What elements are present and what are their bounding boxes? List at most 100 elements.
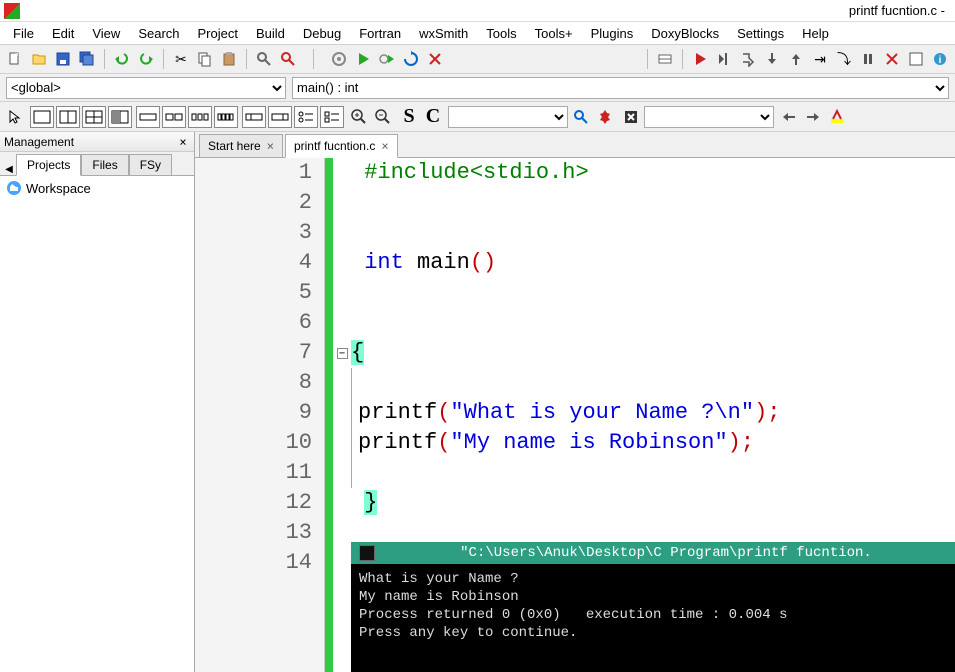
menu-project[interactable]: Project bbox=[189, 24, 247, 43]
redo-button[interactable] bbox=[135, 48, 157, 70]
management-panel: Management × ◀ Projects Files FSy Worksp… bbox=[0, 132, 195, 672]
line-number: 14 bbox=[195, 548, 312, 578]
menu-tools[interactable]: Tools bbox=[477, 24, 525, 43]
menu-help[interactable]: Help bbox=[793, 24, 838, 43]
zoom-in-button[interactable] bbox=[348, 106, 370, 128]
workspace-label: Workspace bbox=[26, 181, 91, 196]
console-line1: What is your Name ? bbox=[359, 571, 519, 587]
hbox4-button[interactable] bbox=[214, 106, 238, 128]
scope-bar: <global> main() : int bbox=[0, 74, 955, 102]
info-button[interactable]: i bbox=[929, 48, 951, 70]
find-button[interactable] bbox=[253, 48, 275, 70]
code-semi1: ; bbox=[767, 400, 780, 425]
c-format-button[interactable]: C bbox=[422, 105, 444, 128]
cut-button[interactable]: ✂ bbox=[170, 48, 192, 70]
step-into-instr-button[interactable]: ⤵ bbox=[833, 48, 855, 70]
grid-half-button[interactable] bbox=[108, 106, 132, 128]
s-format-button[interactable]: S bbox=[398, 105, 420, 128]
step-into-button[interactable] bbox=[761, 48, 783, 70]
search-combo1[interactable] bbox=[448, 106, 568, 128]
menu-edit[interactable]: Edit bbox=[43, 24, 83, 43]
close-icon[interactable]: × bbox=[267, 139, 274, 153]
highlight-button[interactable] bbox=[826, 106, 848, 128]
grid4-button[interactable] bbox=[82, 106, 106, 128]
abort-button[interactable] bbox=[424, 48, 446, 70]
clear-button[interactable] bbox=[620, 106, 642, 128]
menu-doxyblocks[interactable]: DoxyBlocks bbox=[642, 24, 728, 43]
tab-fsy[interactable]: FSy bbox=[129, 154, 172, 176]
menu-plugins[interactable]: Plugins bbox=[582, 24, 643, 43]
code-po2: ( bbox=[437, 430, 450, 455]
hbox-button[interactable] bbox=[136, 106, 160, 128]
run-button[interactable] bbox=[352, 48, 374, 70]
search-combo2[interactable] bbox=[644, 106, 774, 128]
nav-forward-button[interactable] bbox=[802, 106, 824, 128]
options-button[interactable] bbox=[594, 106, 616, 128]
debug-windows-button[interactable] bbox=[905, 48, 927, 70]
open-file-button[interactable] bbox=[28, 48, 50, 70]
menu-file[interactable]: File bbox=[4, 24, 43, 43]
debug-run-button[interactable] bbox=[689, 48, 711, 70]
line-number: 6 bbox=[195, 308, 312, 338]
build-button[interactable] bbox=[328, 48, 350, 70]
tab-start-here[interactable]: Start here × bbox=[199, 134, 283, 158]
scope-select[interactable]: <global> bbox=[6, 77, 286, 99]
tab-projects[interactable]: Projects bbox=[16, 154, 81, 176]
undo-button[interactable] bbox=[111, 48, 133, 70]
menu-tools+[interactable]: Tools+ bbox=[526, 24, 582, 43]
new-file-button[interactable] bbox=[4, 48, 26, 70]
tabs-left-arrow[interactable]: ◀ bbox=[2, 164, 16, 175]
run-to-cursor-button[interactable] bbox=[713, 48, 735, 70]
menu-view[interactable]: View bbox=[83, 24, 129, 43]
menu-search[interactable]: Search bbox=[129, 24, 188, 43]
check-list-button[interactable] bbox=[320, 106, 344, 128]
hbox3-button[interactable] bbox=[188, 106, 212, 128]
nav-back-button[interactable] bbox=[778, 106, 800, 128]
slot2-button[interactable] bbox=[268, 106, 292, 128]
copy-button[interactable] bbox=[194, 48, 216, 70]
function-select[interactable]: main() : int bbox=[292, 77, 949, 99]
next-instr-button[interactable]: ⇥ bbox=[809, 48, 831, 70]
menu-settings[interactable]: Settings bbox=[728, 24, 793, 43]
stop-debug-button[interactable] bbox=[881, 48, 903, 70]
close-icon[interactable]: × bbox=[381, 139, 388, 153]
tab-printf-file[interactable]: printf fucntion.c× bbox=[285, 134, 398, 158]
app-icon bbox=[4, 3, 20, 19]
rebuild-button[interactable] bbox=[400, 48, 422, 70]
menu-build[interactable]: Build bbox=[247, 24, 294, 43]
slot1-button[interactable] bbox=[242, 106, 266, 128]
replace-button[interactable] bbox=[277, 48, 299, 70]
console-icon bbox=[359, 545, 375, 561]
grid2-button[interactable] bbox=[56, 106, 80, 128]
save-button[interactable] bbox=[52, 48, 74, 70]
save-all-button[interactable] bbox=[76, 48, 98, 70]
search-button[interactable] bbox=[570, 106, 592, 128]
menu-wxsmith[interactable]: wxSmith bbox=[410, 24, 477, 43]
break-button[interactable] bbox=[857, 48, 879, 70]
menu-fortran[interactable]: Fortran bbox=[350, 24, 410, 43]
radio-list-button[interactable] bbox=[294, 106, 318, 128]
console-titlebar[interactable]: "C:\Users\Anuk\Desktop\C Program\printf … bbox=[351, 542, 955, 564]
console-path: "C:\Users\Anuk\Desktop\C Program\printf … bbox=[385, 545, 947, 561]
select-button[interactable] bbox=[4, 106, 26, 128]
management-close-button[interactable]: × bbox=[176, 135, 190, 149]
box-button[interactable] bbox=[30, 106, 54, 128]
paste-button[interactable] bbox=[218, 48, 240, 70]
tab-start-here-label: Start here bbox=[208, 139, 261, 153]
management-title: Management bbox=[4, 135, 176, 149]
hbox2-button[interactable] bbox=[162, 106, 186, 128]
next-line-button[interactable] bbox=[737, 48, 759, 70]
step-out-button[interactable] bbox=[785, 48, 807, 70]
target-select-button[interactable] bbox=[654, 48, 676, 70]
menu-debug[interactable]: Debug bbox=[294, 24, 350, 43]
window-title: printf fucntion.c - bbox=[26, 3, 951, 18]
workspace-item[interactable]: Workspace bbox=[6, 180, 188, 196]
zoom-out-button[interactable] bbox=[372, 106, 394, 128]
line-number: 1 bbox=[195, 158, 312, 188]
tab-files[interactable]: Files bbox=[81, 154, 128, 176]
code-po1: ( bbox=[437, 400, 450, 425]
build-run-button[interactable] bbox=[376, 48, 398, 70]
console-output[interactable]: What is your Name ? My name is Robinson … bbox=[351, 564, 955, 672]
code-pc2: ) bbox=[728, 430, 741, 455]
fold-toggle[interactable]: − bbox=[337, 348, 348, 359]
